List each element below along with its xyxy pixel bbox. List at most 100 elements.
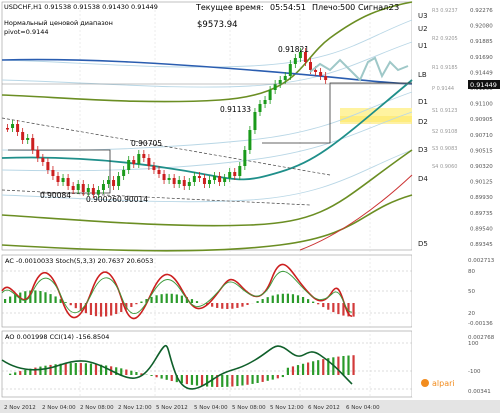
pivot-label: pivot=0.9144 (4, 28, 49, 36)
level-d3: D3 (418, 146, 428, 154)
level-p: P 0.9144 (432, 86, 454, 92)
ao-bar (95, 364, 97, 375)
ao-bar (302, 364, 304, 375)
ac-bar (312, 302, 314, 303)
candle-body (279, 80, 282, 84)
ac-bar (216, 303, 218, 308)
candle-body (137, 154, 140, 164)
price-tick: 0.90125 (470, 180, 493, 186)
ao-bar (267, 375, 269, 381)
ac-bar (307, 299, 309, 303)
price-tick: 0.90515 (470, 148, 493, 154)
ao-bar (307, 363, 309, 375)
ac-bar (135, 303, 137, 304)
ac-bar (39, 291, 41, 303)
ao-bar (166, 375, 168, 380)
time-label: 6 Nov 2012 (308, 405, 340, 411)
ac-bar (332, 303, 334, 312)
ao-bar (322, 359, 324, 375)
ac-bar (226, 303, 228, 309)
ao-bar (24, 370, 26, 375)
candle-body (284, 76, 287, 80)
chart-canvas: 0.91821 0.91133 0.90705 0.90084 0.90026 … (0, 0, 500, 413)
stoch-tick: -0.00136 (468, 321, 493, 327)
ac-bar (161, 294, 163, 303)
ac-bar (49, 294, 51, 303)
ao-tick: 100 (468, 341, 479, 347)
price-tick: 0.90905 (470, 117, 493, 123)
level-r1: R1 0.9185 (432, 65, 458, 71)
annotation-low3: 0.90014 (117, 195, 148, 204)
ao-bar (312, 361, 314, 375)
candle-body (117, 176, 120, 186)
annotation-mid2: 0.90705 (131, 139, 162, 148)
level-u3: U3 (418, 12, 428, 20)
ao-bar (161, 375, 163, 379)
ao-bar (236, 375, 238, 386)
time-label: 2 Nov 04:00 (42, 405, 76, 411)
level-d4: D4 (418, 175, 428, 183)
ac-bar (34, 290, 36, 303)
level-r3: R3 0.9237 (432, 8, 458, 14)
ao-tick: -100 (468, 369, 481, 375)
ac-bar (297, 295, 299, 303)
ac-bar (262, 299, 264, 303)
candle-body (309, 62, 312, 70)
candle-body (147, 158, 150, 166)
ao-bar (347, 356, 349, 375)
time-label: Текущее время: (195, 3, 264, 12)
symbol-line: USDCHF,H1 0.91538 0.91538 0.91430 0.9144… (4, 3, 158, 11)
stoch-tick: 20 (468, 311, 475, 317)
level-s3: S3 0.9083 (432, 146, 457, 152)
level-d1: D1 (418, 98, 428, 106)
candle-body (198, 176, 201, 178)
ao-bar (297, 365, 299, 375)
time-label: 5 Nov 08:00 (232, 405, 266, 411)
time-label: 5 Nov 12:00 (270, 405, 304, 411)
ao-bar (9, 374, 11, 375)
ao-bar (80, 363, 82, 375)
price-tick: 0.91690 (470, 55, 493, 61)
ac-bar (257, 301, 259, 303)
candle-body (72, 186, 75, 190)
stoch-label: AC -0.0010033 Stoch(5,3,3) 20.7637 20.60… (5, 257, 153, 265)
ac-bar (110, 303, 112, 316)
ac-bar (75, 303, 77, 308)
candle-body (248, 130, 251, 150)
candle-body (127, 160, 130, 170)
ao-bar (75, 363, 77, 375)
candle-body (82, 184, 85, 192)
ao-bar (262, 375, 264, 382)
candle-body (259, 104, 262, 112)
main-panel (2, 2, 412, 250)
price-tick: 0.91100 (470, 102, 493, 108)
ac-bar (65, 302, 67, 303)
ao-bar (221, 375, 223, 387)
ac-bar (176, 294, 178, 303)
ac-bar (282, 294, 284, 303)
price-tick: 0.91885 (470, 39, 493, 45)
candle-body (62, 178, 65, 182)
candle-body (178, 180, 181, 184)
level-lb: LB (418, 71, 427, 79)
candle-body (324, 76, 327, 80)
candle-body (163, 174, 166, 180)
ac-bar (55, 296, 57, 303)
current-price-text: 0.91449 (470, 81, 497, 89)
ao-bar (65, 363, 67, 375)
candle-body (31, 138, 34, 150)
ac-bar (9, 297, 11, 303)
ao-bar (292, 366, 294, 375)
price-tick: 0.90710 (470, 133, 493, 139)
ao-bar (90, 364, 92, 375)
ao-bar (287, 368, 289, 375)
candle-body (46, 162, 49, 170)
ao-bar (186, 375, 188, 384)
ac-bar (246, 303, 248, 305)
ao-bar (282, 375, 284, 377)
candle-body (188, 182, 191, 186)
ac-bar (130, 303, 132, 307)
ac-bar (120, 303, 122, 312)
candle-body (87, 188, 90, 192)
ao-bar (246, 375, 248, 385)
